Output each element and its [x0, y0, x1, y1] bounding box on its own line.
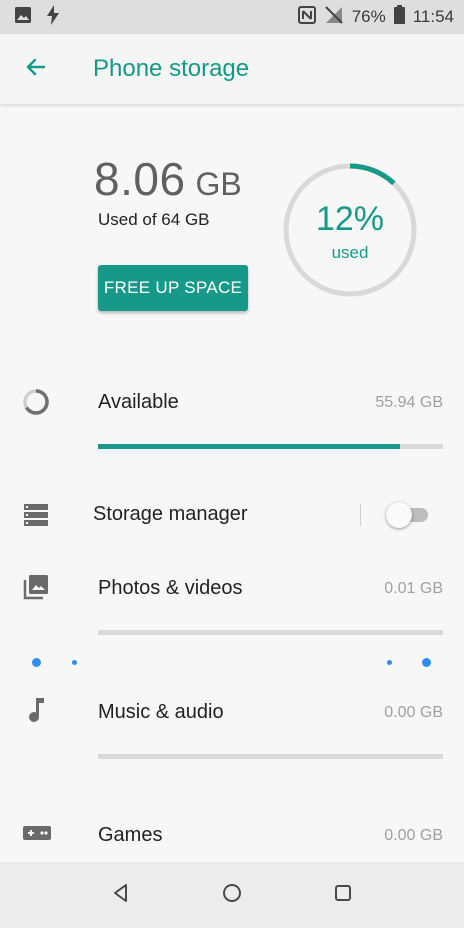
battery-icon	[393, 5, 405, 29]
app-bar: Phone storage	[0, 34, 464, 104]
used-of-total: Used of 64 GB	[98, 210, 210, 229]
usage-donut-label: 12% used	[282, 162, 418, 298]
row-label: Music & audio	[98, 701, 224, 723]
status-bar: 76% 11:54	[0, 0, 464, 34]
list-item-available[interactable]: Available 55.94 GB	[0, 380, 464, 460]
battery-percent: 76%	[351, 7, 386, 26]
home-circle-icon	[222, 883, 242, 908]
scroll-indicator-dot	[32, 658, 41, 667]
no-signal-icon	[324, 5, 344, 29]
list-item-games[interactable]: Games 0.00 GB	[0, 815, 464, 860]
row-size: 0.01 GB	[384, 580, 443, 597]
navigation-bar	[0, 862, 464, 928]
percent-used-caption: used	[331, 243, 369, 262]
row-label: Available	[98, 391, 179, 413]
progress-bar	[98, 444, 443, 449]
nav-recents-button[interactable]	[323, 875, 363, 915]
gamepad-icon	[22, 819, 52, 847]
nfc-icon	[297, 5, 316, 29]
storage-list-icon	[22, 501, 50, 529]
flash-icon	[46, 4, 60, 30]
used-unit: GB	[195, 166, 242, 202]
page-title: Phone storage	[93, 55, 250, 82]
back-triangle-icon	[111, 883, 131, 908]
recents-square-icon	[334, 884, 352, 907]
scroll-indicator-dot	[387, 660, 392, 665]
row-size: 55.94 GB	[375, 394, 443, 411]
divider	[360, 504, 361, 526]
clock: 11:54	[412, 7, 454, 26]
back-button[interactable]	[0, 34, 72, 104]
pie-progress-icon	[22, 388, 50, 416]
row-label: Storage manager	[93, 503, 248, 525]
image-icon	[14, 6, 32, 29]
list-item-photos-videos[interactable]: Photos & videos 0.01 GB	[0, 565, 464, 640]
nav-back-button[interactable]	[101, 875, 141, 915]
row-label: Games	[98, 824, 163, 846]
photo-library-icon	[22, 573, 50, 601]
row-size: 0.00 GB	[384, 827, 443, 844]
scroll-indicator-dot	[422, 658, 431, 667]
row-size: 0.00 GB	[384, 704, 443, 721]
used-storage-value: 8.06 GB	[94, 152, 242, 206]
list-item-storage-manager[interactable]: Storage manager	[0, 495, 464, 535]
free-up-space-button[interactable]: FREE UP SPACE	[98, 265, 248, 311]
progress-bar	[98, 630, 443, 635]
progress-fill	[98, 444, 400, 449]
percent-used: 12%	[315, 200, 385, 238]
scroll-indicator-dot	[72, 660, 77, 665]
nav-home-button[interactable]	[212, 875, 252, 915]
arrow-left-icon	[24, 55, 48, 84]
toggle-thumb	[386, 502, 412, 528]
list-item-music-audio[interactable]: Music & audio 0.00 GB	[0, 690, 464, 765]
progress-bar	[98, 754, 443, 759]
music-note-icon	[22, 696, 50, 724]
storage-manager-toggle[interactable]	[386, 501, 430, 529]
used-amount: 8.06	[94, 153, 186, 205]
row-label: Photos & videos	[98, 577, 243, 599]
